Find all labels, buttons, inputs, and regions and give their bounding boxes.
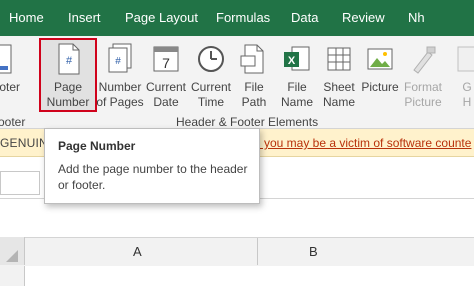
file-name-label-line2: Name <box>280 95 313 109</box>
tab-insert[interactable]: Insert <box>68 0 101 36</box>
column-header-b[interactable]: B <box>309 244 318 259</box>
tab-page-layout[interactable]: Page Layout <box>125 0 198 36</box>
format-picture-label-line2: Picture <box>404 95 442 109</box>
row-header[interactable] <box>0 266 25 286</box>
number-of-pages-icon: # <box>103 42 137 76</box>
format-picture-label-line1: Format <box>403 80 442 94</box>
tab-data[interactable]: Data <box>291 0 318 36</box>
go-to-header-button[interactable]: GH <box>452 38 474 114</box>
tab-review[interactable]: Review <box>342 0 385 36</box>
current-time-button[interactable]: Current Time <box>189 38 233 114</box>
file-name-button[interactable]: X File Name <box>278 38 316 114</box>
column-header-row <box>0 237 474 267</box>
svg-text:X: X <box>288 55 296 67</box>
file-name-label-line1: File <box>287 80 307 94</box>
footer-button[interactable]: ooter <box>0 38 22 114</box>
sheet-name-label-line2: Name <box>322 95 355 109</box>
warning-link[interactable]: l you may be a victim of software counte <box>258 136 471 150</box>
tooltip: Page Number Add the page number to the h… <box>44 128 260 204</box>
number-of-pages-label-line2: of Pages <box>96 95 144 109</box>
go-to-header-label-line1: G <box>462 80 472 94</box>
sheet-name-button[interactable]: Sheet Name <box>319 38 359 114</box>
page-number-label-line2: Number <box>46 95 90 109</box>
warning-label: GENUIN <box>0 136 48 150</box>
svg-text:#: # <box>66 55 73 67</box>
footer-group-label: ooter <box>0 115 26 129</box>
picture-button[interactable]: Picture <box>360 38 400 114</box>
tooltip-title: Page Number <box>58 139 136 153</box>
tab-home[interactable]: Home <box>9 0 44 36</box>
file-path-icon <box>237 42 271 76</box>
format-picture-icon <box>406 42 440 76</box>
page-number-icon: # <box>51 42 85 76</box>
go-to-header-icon <box>450 42 474 76</box>
current-date-label-line2: Date <box>153 95 179 109</box>
file-path-button[interactable]: File Path <box>235 38 273 114</box>
footer-icon <box>0 42 19 76</box>
header-footer-elements-group-label: Header & Footer Elements <box>176 115 319 129</box>
file-path-label-line2: Path <box>241 95 267 109</box>
current-time-label-line2: Time <box>197 95 225 109</box>
tab-formulas[interactable]: Formulas <box>216 0 270 36</box>
number-of-pages-button[interactable]: # Number of Pages <box>96 38 144 114</box>
file-path-label-line1: File <box>244 80 264 94</box>
tooltip-body: Add the page number to the header or foo… <box>58 162 248 192</box>
picture-icon <box>363 42 397 76</box>
svg-text:#: # <box>115 56 121 67</box>
name-box[interactable] <box>0 171 40 195</box>
number-of-pages-label-line1: Number <box>98 80 142 94</box>
tab-view[interactable]: Nh <box>408 0 425 36</box>
current-time-icon <box>194 42 228 76</box>
go-to-header-label-line2: H <box>462 95 472 109</box>
footer-label: ooter <box>0 80 20 94</box>
current-date-label-line1: Current <box>145 80 186 94</box>
cell-grid[interactable] <box>0 266 474 286</box>
current-time-label-line1: Current <box>190 80 231 94</box>
page-number-label-line1: Page <box>53 80 83 94</box>
page-number-button[interactable]: # Page Number <box>39 38 97 114</box>
current-date-button[interactable]: 7 Current Date <box>145 38 187 114</box>
sheet-name-icon <box>322 42 356 76</box>
svg-text:7: 7 <box>162 55 170 71</box>
select-all-triangle-icon <box>6 250 18 262</box>
file-name-icon: X <box>280 42 314 76</box>
format-picture-button[interactable]: Format Picture <box>401 38 445 114</box>
column-header-a[interactable]: A <box>133 244 142 259</box>
current-date-icon: 7 <box>149 42 183 76</box>
column-divider[interactable] <box>257 238 258 265</box>
sheet-name-label-line1: Sheet <box>323 80 355 94</box>
picture-label: Picture <box>361 80 399 94</box>
